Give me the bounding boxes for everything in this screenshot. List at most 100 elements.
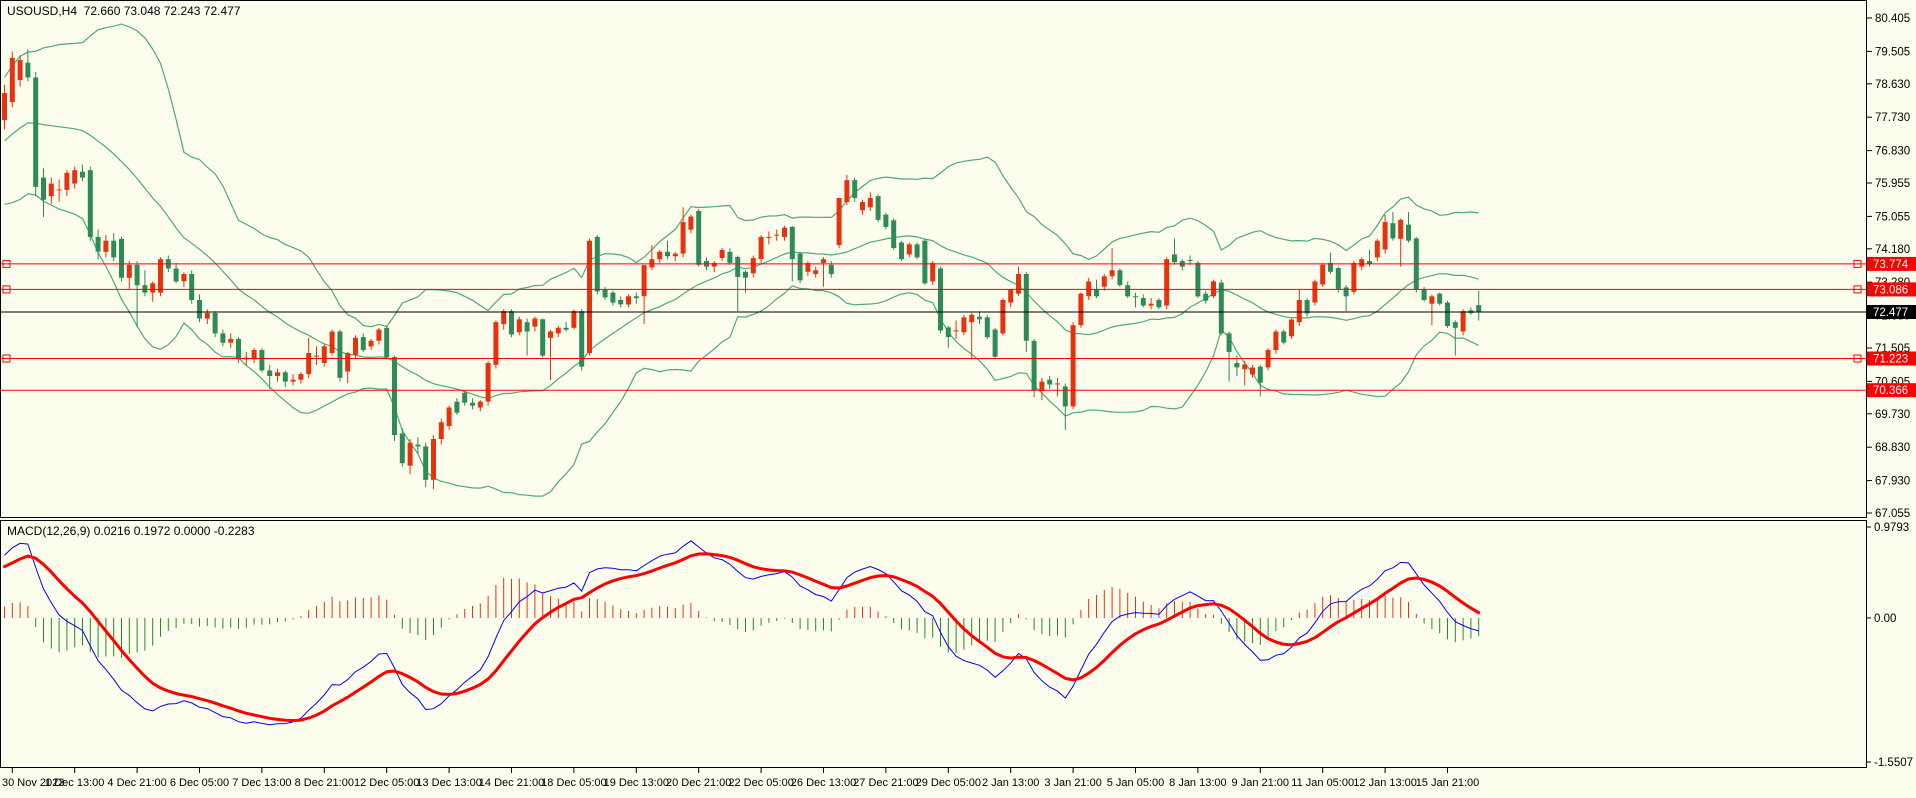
- candle: [1344, 287, 1349, 296]
- candle: [80, 172, 85, 178]
- candle: [548, 332, 553, 338]
- candle: [1016, 274, 1021, 294]
- candle: [626, 296, 631, 304]
- time-label: 20 Dec 21:00: [666, 777, 731, 789]
- candle: [236, 339, 241, 359]
- candle: [759, 237, 764, 259]
- candle: [111, 241, 116, 258]
- candle: [922, 241, 927, 284]
- price-tick-label: 76.830: [1875, 146, 1910, 158]
- candle: [298, 374, 303, 380]
- time-label: 6 Dec 05:00: [170, 777, 229, 789]
- price-tick-label: 69.730: [1875, 409, 1910, 421]
- candle: [1024, 274, 1029, 341]
- candle: [1000, 300, 1005, 333]
- time-label: 11 Jan 05:00: [1291, 777, 1354, 789]
- candle: [876, 196, 881, 220]
- macd-histogram: [5, 578, 1479, 658]
- candle: [88, 170, 93, 237]
- candle: [486, 363, 491, 402]
- candle: [119, 239, 124, 278]
- candle: [1141, 298, 1146, 305]
- candle: [400, 434, 405, 464]
- candle: [1453, 322, 1458, 328]
- candle: [228, 339, 233, 343]
- candle: [1289, 320, 1294, 337]
- candle: [283, 372, 288, 381]
- candle: [1320, 265, 1325, 285]
- time-label: 8 Jan 13:00: [1169, 777, 1227, 789]
- candle: [174, 269, 179, 282]
- candle: [1281, 332, 1286, 343]
- candle: [852, 180, 857, 198]
- price-tick-label: 80.405: [1875, 13, 1910, 25]
- time-label: 12 Jan 13:00: [1353, 777, 1417, 789]
- candle: [135, 265, 140, 285]
- candle: [213, 313, 218, 333]
- candle: [985, 317, 990, 337]
- candle: [1047, 380, 1052, 385]
- time-label: 19 Dec 13:00: [604, 777, 669, 789]
- candle: [891, 220, 896, 248]
- candle: [1086, 281, 1091, 296]
- candle: [954, 330, 959, 331]
- candle: [1164, 259, 1169, 305]
- candle: [1359, 259, 1364, 266]
- time-label: 14 Dec 21:00: [479, 777, 544, 789]
- candle: [337, 332, 342, 378]
- candle: [1172, 254, 1177, 262]
- candle: [415, 445, 420, 447]
- time-label: 26 Dec 13:00: [791, 777, 856, 789]
- macd-axis: 0.97930.00-1.5507: [1866, 522, 1913, 769]
- candle: [2, 93, 7, 120]
- candle: [1227, 333, 1232, 352]
- candle: [1242, 365, 1247, 370]
- candle: [314, 356, 319, 357]
- price-tag-label: 72.477: [1873, 307, 1908, 319]
- candle: [1297, 300, 1302, 322]
- candle: [1445, 303, 1450, 326]
- time-label: 3 Jan 21:00: [1044, 777, 1102, 789]
- candle: [1102, 276, 1107, 286]
- price-tick-label: 67.930: [1875, 476, 1910, 488]
- candle: [1258, 367, 1263, 383]
- candle: [782, 228, 787, 237]
- candle: [1008, 290, 1013, 303]
- candle: [564, 328, 569, 330]
- price-axis: 80.40579.50578.63077.73076.83075.95575.0…: [1866, 13, 1916, 520]
- candle: [1149, 304, 1154, 306]
- candle: [1133, 296, 1138, 297]
- candle: [696, 211, 701, 265]
- candle: [64, 173, 69, 190]
- candle: [376, 330, 381, 341]
- bollinger-upper-line: [5, 24, 1479, 327]
- candle: [688, 217, 693, 230]
- price-tick-label: 68.830: [1875, 442, 1910, 454]
- trading-chart-window[interactable]: USOUSD,H4 72.660 73.048 72.243 72.477 MA…: [0, 0, 1916, 798]
- candle: [1219, 283, 1224, 334]
- time-label: 8 Dec 21:00: [295, 777, 354, 789]
- candle: [439, 422, 444, 439]
- chart-title: USOUSD,H4 72.660 73.048 72.243 72.477: [7, 4, 241, 18]
- candle: [540, 319, 545, 355]
- candle: [220, 333, 225, 342]
- candle: [72, 170, 77, 183]
- time-label: 15 Jan 21:00: [1416, 777, 1480, 789]
- candle: [946, 327, 951, 337]
- candle: [1398, 220, 1403, 239]
- chart-canvas[interactable]: 80.40579.50578.63077.73076.83075.95575.0…: [0, 0, 1916, 798]
- candle: [868, 198, 873, 207]
- candle: [392, 357, 397, 435]
- candle: [49, 184, 54, 197]
- candle: [1390, 223, 1395, 238]
- candle: [1110, 270, 1115, 276]
- candle: [252, 350, 257, 359]
- candle: [1078, 294, 1083, 326]
- candle: [18, 60, 23, 80]
- candle: [649, 259, 654, 267]
- candle: [361, 337, 366, 350]
- bollinger-lower-line: [5, 194, 1479, 496]
- candle: [634, 296, 639, 298]
- price-tag-label: 73.086: [1873, 284, 1908, 296]
- time-label: 2 Jan 13:00: [982, 777, 1040, 789]
